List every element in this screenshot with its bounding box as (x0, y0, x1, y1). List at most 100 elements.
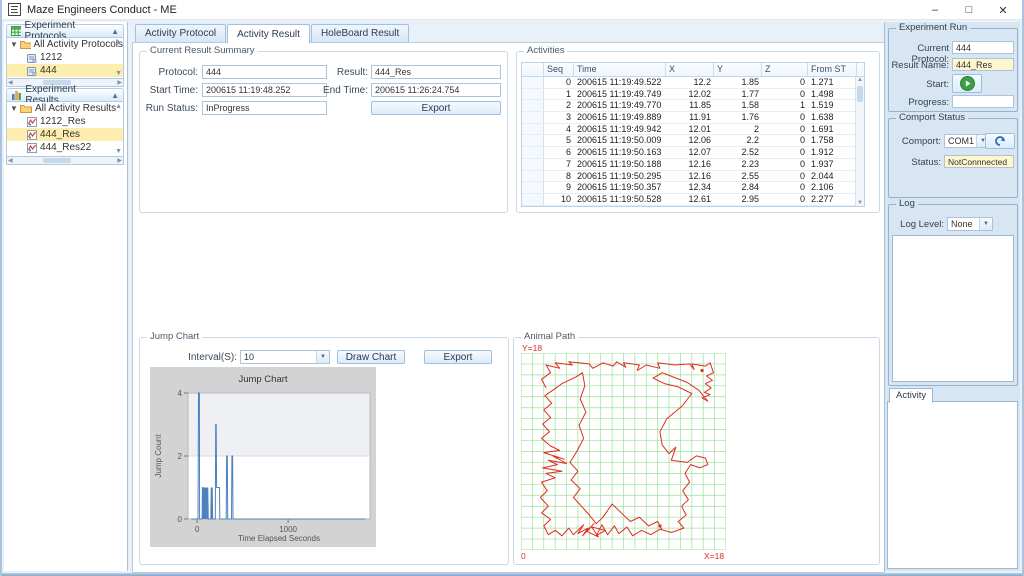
table-cell: 12.02 (666, 89, 714, 100)
close-button[interactable]: ✕ (986, 0, 1020, 20)
tree-item-444_Res22[interactable]: 444_Res22 (7, 141, 123, 154)
progress-field[interactable] (952, 95, 1014, 108)
scroll-down-icon[interactable]: ▼ (115, 148, 122, 155)
scroll-up-icon[interactable]: ▲ (115, 39, 122, 46)
tab-holeboard-result[interactable]: HoleBoard Result (311, 24, 409, 42)
tab-activity-result[interactable]: Activity Result (227, 24, 310, 43)
column-header-Seq[interactable]: Seq (544, 63, 574, 76)
folder-icon (20, 104, 32, 113)
comport-status-group: Comport Status Comport: COM1 ▼ Status: (888, 118, 1018, 198)
scroll-up-icon[interactable]: ▲ (856, 77, 864, 83)
protocol-field[interactable] (202, 65, 327, 79)
table-row[interactable]: 9200615 11:19:50.35712.342.8402.106 (522, 182, 864, 194)
start-button[interactable] (952, 74, 982, 93)
table-cell: 2.55 (714, 171, 762, 182)
table-row[interactable]: 1200615 11:19:49.74912.021.7701.498 (522, 89, 864, 101)
expander-icon[interactable]: ▼ (10, 104, 17, 113)
tree-item-label: 1212 (40, 52, 62, 63)
chevron-down-icon[interactable]: ▼ (316, 351, 329, 363)
column-header-Y[interactable]: Y (714, 63, 762, 76)
column-header-Time[interactable]: Time (574, 63, 666, 76)
scroll-right-icon[interactable]: ▶ (117, 79, 122, 86)
table-cell: 5 (544, 135, 574, 146)
scroll-down-icon[interactable]: ▼ (856, 200, 864, 206)
collapse-icon[interactable]: ▲ (111, 27, 119, 36)
table-row[interactable]: 4200615 11:19:49.94212.01201.691 (522, 124, 864, 136)
run-status-field[interactable] (202, 101, 327, 115)
export-chart-button[interactable]: Export (424, 350, 492, 364)
table-cell: 2.044 (808, 171, 857, 182)
export-result-button[interactable]: Export (371, 101, 501, 115)
end-time-field[interactable] (371, 83, 501, 97)
animal-path-canvas (521, 353, 726, 550)
maximize-button[interactable]: □ (952, 0, 986, 20)
table-row[interactable]: 0200615 11:19:49.52212.21.8501.271 (522, 77, 864, 89)
expander-icon[interactable]: ▼ (10, 40, 17, 49)
result-field[interactable] (371, 65, 501, 79)
table-cell: 0 (762, 182, 808, 193)
activity-result-page: Current Result Summary Protocol: Result:… (132, 42, 885, 573)
tree-item-1212[interactable]: 1212 (7, 51, 123, 64)
start-time-field[interactable] (202, 83, 327, 97)
refresh-comport-button[interactable] (985, 133, 1015, 149)
table-cell: 200615 11:19:49.942 (574, 124, 666, 135)
tree-item-1212_Res[interactable]: 1212_Res (7, 115, 123, 128)
table-cell: 1.758 (808, 135, 857, 146)
comport-value: COM1 (945, 135, 976, 147)
interval-combo[interactable]: 10 ▼ (240, 350, 330, 364)
table-row[interactable]: 5200615 11:19:50.00912.062.201.758 (522, 135, 864, 147)
scroll-thumb[interactable] (857, 86, 863, 102)
log-level-combo[interactable]: None ▼ (947, 217, 993, 231)
table-row[interactable]: 10200615 11:19:50.52812.612.9502.277 (522, 194, 864, 206)
tab-activity-bottom[interactable]: Activity (889, 388, 933, 403)
table-cell: 2.52 (714, 147, 762, 158)
table-cell: 8 (544, 171, 574, 182)
folder-icon (20, 40, 31, 49)
table-row[interactable]: 2200615 11:19:49.77011.851.5811.519 (522, 100, 864, 112)
activities-table[interactable]: SeqTimeXYZFrom ST 0200615 11:19:49.52212… (521, 62, 865, 207)
jump-ytick: 0 (178, 515, 183, 524)
scroll-right-icon[interactable]: ▶ (117, 157, 122, 164)
scroll-left-icon[interactable]: ◀ (8, 79, 13, 86)
row-header-cell (522, 171, 544, 182)
current-protocol-field[interactable] (952, 41, 1014, 54)
tree-root-label: All Activity Protocols (34, 39, 123, 50)
tree-root-protocols[interactable]: ▼ All Activity Protocols (7, 38, 123, 51)
results-panel-header[interactable]: Experiment Results ▲ (6, 88, 124, 102)
result-name-field[interactable] (952, 58, 1014, 71)
tree-item-444[interactable]: 444 (7, 64, 123, 77)
animal-path-group-title: Animal Path (521, 331, 578, 342)
scroll-up-icon[interactable]: ▲ (115, 103, 122, 110)
column-header-X[interactable]: X (666, 63, 714, 76)
table-row[interactable]: 3200615 11:19:49.88911.911.7601.638 (522, 112, 864, 124)
table-row[interactable]: 6200615 11:19:50.16312.072.5201.912 (522, 147, 864, 159)
scroll-left-icon[interactable]: ◀ (8, 157, 13, 164)
jump-xtick: 0 (195, 525, 200, 534)
table-cell: 1.912 (808, 147, 857, 158)
chevron-down-icon[interactable]: ▼ (979, 218, 992, 230)
log-level-value: None (948, 218, 979, 230)
tab-activity-protocol[interactable]: Activity Protocol (135, 24, 226, 42)
tree-root-results[interactable]: ▼ All Activity Results (7, 102, 123, 115)
comport-combo[interactable]: COM1 ▼ (944, 134, 990, 148)
scroll-thumb[interactable] (43, 158, 71, 163)
tree-item-444_Res[interactable]: 444_Res (7, 128, 123, 141)
draw-chart-button[interactable]: Draw Chart (337, 350, 405, 364)
table-cell: 10 (544, 194, 574, 205)
column-header-From ST[interactable]: From ST (808, 63, 857, 76)
collapse-icon[interactable]: ▲ (111, 91, 119, 100)
table-cell: 200615 11:19:50.009 (574, 135, 666, 146)
table-cell: 2 (714, 124, 762, 135)
table-row[interactable]: 8200615 11:19:50.29512.162.5502.044 (522, 171, 864, 183)
table-cell: 1.58 (714, 100, 762, 111)
row-header-cell (522, 182, 544, 193)
minimize-button[interactable]: – (918, 0, 952, 20)
activities-vscrollbar[interactable]: ▲ ▼ (855, 77, 864, 206)
table-row[interactable]: 7200615 11:19:50.18812.162.2301.937 (522, 159, 864, 171)
table-cell: 1.519 (808, 100, 857, 111)
column-header-Z[interactable]: Z (762, 63, 808, 76)
protocols-panel-header[interactable]: Experiment Protocols ▲ (6, 24, 124, 38)
status-field[interactable] (944, 155, 1014, 168)
results-hscrollbar[interactable]: ◀ ▶ (6, 157, 124, 165)
scroll-down-icon[interactable]: ▼ (115, 70, 122, 77)
